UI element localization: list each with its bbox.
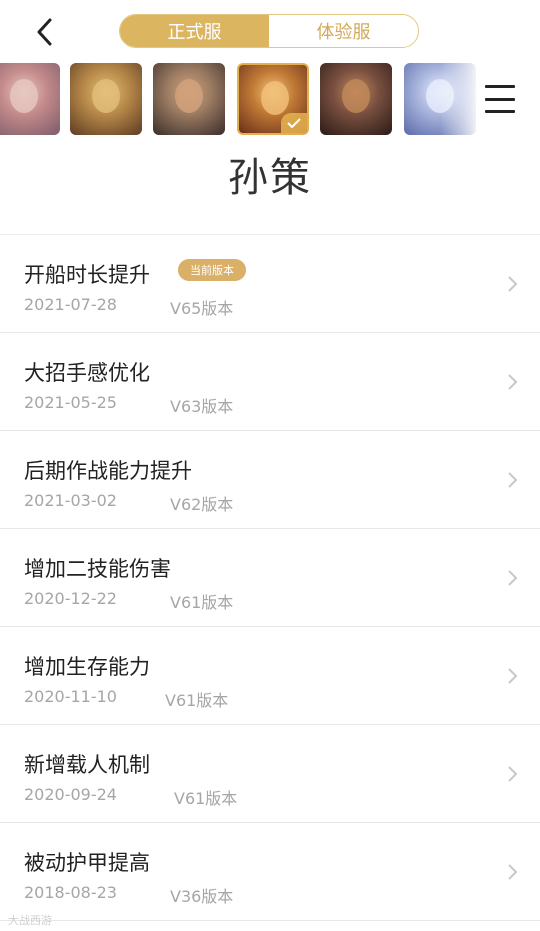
tab-official-server[interactable]: 正式服 — [120, 15, 269, 47]
watermark: 大战西游 — [8, 914, 52, 927]
update-title: 增加生存能力 — [24, 655, 150, 679]
back-chevron-icon — [37, 18, 52, 46]
update-date: 2020-11-10 — [24, 687, 117, 706]
list-item[interactable]: 新增载人机制 2020-09-24 V61版本 — [0, 725, 540, 823]
list-item[interactable]: 开船时长提升 当前版本 2021-07-28 V65版本 — [0, 235, 540, 333]
hero-portrait-2[interactable] — [70, 63, 142, 135]
update-date: 2021-07-28 — [24, 295, 117, 314]
chevron-right-icon — [508, 766, 518, 782]
update-version: V61版本 — [165, 691, 229, 710]
hero-face-icon — [342, 79, 370, 113]
hero-name-title: 孙策 — [228, 155, 312, 201]
list-item[interactable]: 后期作战能力提升 2021-03-02 V62版本 — [0, 431, 540, 529]
list-item[interactable]: 增加二技能伤害 2020-12-22 V61版本 — [0, 529, 540, 627]
update-date: 2021-05-25 — [24, 393, 117, 412]
hero-portrait-5[interactable] — [320, 63, 392, 135]
back-button[interactable] — [28, 14, 60, 50]
hero-portrait-3[interactable] — [153, 63, 225, 135]
update-title: 大招手感优化 — [24, 361, 150, 385]
update-version: V61版本 — [170, 593, 234, 612]
update-date: 2021-03-02 — [24, 491, 117, 510]
hero-face-icon — [261, 81, 289, 115]
server-segmented-control: 正式服 体验服 — [119, 14, 419, 48]
update-date: 2020-09-24 — [24, 785, 117, 804]
update-title: 后期作战能力提升 — [24, 459, 192, 483]
hero-portrait-1[interactable] — [0, 63, 60, 135]
hamburger-menu-icon[interactable] — [481, 82, 519, 116]
carousel-fade — [440, 60, 480, 140]
update-version: V61版本 — [174, 789, 238, 808]
update-version: V63版本 — [170, 397, 234, 416]
tab-experience-server[interactable]: 体验服 — [269, 15, 418, 47]
list-item[interactable]: 增加生存能力 2020-11-10 V61版本 — [0, 627, 540, 725]
list-item[interactable]: 大招手感优化 2021-05-25 V63版本 — [0, 333, 540, 431]
list-item[interactable]: 被动护甲提高 2018-08-23 V36版本 — [0, 823, 540, 921]
chevron-right-icon — [508, 864, 518, 880]
hero-face-icon — [92, 79, 120, 113]
current-version-badge: 当前版本 — [178, 259, 246, 281]
update-title: 新增载人机制 — [24, 753, 150, 777]
update-history-list: 开船时长提升 当前版本 2021-07-28 V65版本大招手感优化 2021-05-2… — [0, 234, 540, 921]
chevron-right-icon — [508, 668, 518, 684]
update-title: 开船时长提升 — [24, 263, 150, 287]
update-version: V36版本 — [170, 887, 234, 906]
update-date: 2020-12-22 — [24, 589, 117, 608]
chevron-right-icon — [508, 374, 518, 390]
top-bar: 正式服 体验服 — [0, 0, 540, 64]
hero-portrait-4[interactable] — [237, 63, 309, 135]
hero-face-icon — [175, 79, 203, 113]
chevron-right-icon — [508, 276, 518, 292]
update-version: V62版本 — [170, 495, 234, 514]
update-title: 被动护甲提高 — [24, 851, 150, 875]
selected-check-icon — [281, 113, 307, 133]
update-title: 增加二技能伤害 — [24, 557, 171, 581]
update-version: V65版本 — [170, 299, 234, 318]
chevron-right-icon — [508, 570, 518, 586]
chevron-right-icon — [508, 472, 518, 488]
update-date: 2018-08-23 — [24, 883, 117, 902]
hero-face-icon — [10, 79, 38, 113]
